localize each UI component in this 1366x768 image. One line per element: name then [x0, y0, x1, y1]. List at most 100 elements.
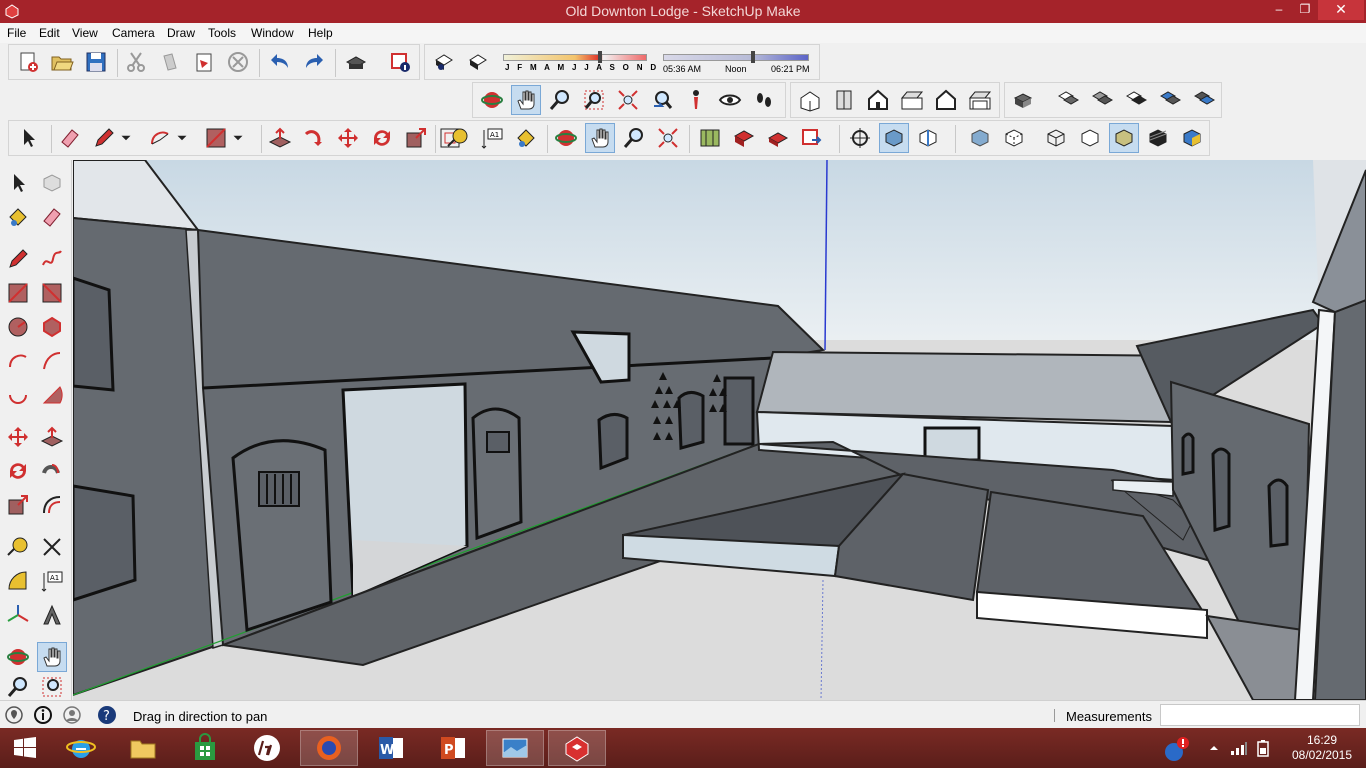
- trim-button[interactable]: [1189, 85, 1219, 115]
- firefox-app[interactable]: [300, 730, 358, 766]
- back-edges-button[interactable]: [999, 123, 1029, 153]
- photos-app[interactable]: [486, 730, 544, 766]
- menu-help[interactable]: Help: [308, 26, 333, 40]
- rectangle-tool-dropdown[interactable]: [229, 123, 247, 153]
- left-view-button[interactable]: [965, 85, 995, 115]
- back-view-button[interactable]: [931, 85, 961, 115]
- zoom-extents-button[interactable]: [613, 85, 643, 115]
- monochrome-button[interactable]: [1177, 123, 1207, 153]
- word-app[interactable]: W: [362, 730, 420, 766]
- pan-button[interactable]: [511, 85, 541, 115]
- tape-measure-tool[interactable]: [3, 532, 33, 562]
- follow-me-button[interactable]: [299, 123, 329, 153]
- make-component-tool[interactable]: [37, 168, 67, 198]
- redo-button[interactable]: [299, 47, 329, 77]
- 3d-warehouse-button[interactable]: [729, 123, 759, 153]
- push-pull-button[interactable]: [265, 123, 295, 153]
- line-tool-dropdown[interactable]: [117, 123, 135, 153]
- measurements-input[interactable]: [1160, 704, 1360, 726]
- select-tool[interactable]: [3, 168, 33, 198]
- zoom-window-tool[interactable]: [37, 676, 67, 698]
- arc-tool[interactable]: [3, 346, 33, 376]
- user-account-icon[interactable]: [62, 705, 82, 725]
- new-button[interactable]: [13, 47, 43, 77]
- move-tool[interactable]: [3, 422, 33, 452]
- help-icon[interactable]: ?: [97, 705, 117, 725]
- axes-tool[interactable]: [3, 600, 33, 630]
- line-tool-button[interactable]: [89, 123, 119, 153]
- orbit-tool-button[interactable]: [551, 123, 581, 153]
- menu-draw[interactable]: Draw: [167, 26, 195, 40]
- month-slider[interactable]: [503, 54, 647, 61]
- maximize-button[interactable]: ❐: [1292, 0, 1318, 20]
- zoom-tool-button[interactable]: [619, 123, 649, 153]
- 3d-text-tool[interactable]: [37, 600, 67, 630]
- position-camera-button[interactable]: [681, 85, 711, 115]
- follow-me-tool[interactable]: [37, 456, 67, 486]
- move-tool-button[interactable]: [333, 123, 363, 153]
- zoom-window-button[interactable]: [579, 85, 609, 115]
- display-section-planes-button[interactable]: [879, 123, 909, 153]
- xray-button[interactable]: [965, 123, 995, 153]
- shadow-settings-button[interactable]: [429, 47, 459, 77]
- dimension-tool-button[interactable]: A1: [477, 123, 507, 153]
- erase-button[interactable]: [223, 47, 253, 77]
- menu-view[interactable]: View: [72, 26, 98, 40]
- orbit-tool[interactable]: [3, 642, 33, 672]
- previous-view-button[interactable]: [647, 85, 677, 115]
- rotate-tool[interactable]: [3, 456, 33, 486]
- system-clock[interactable]: 16:29 08/02/2015: [1282, 733, 1362, 763]
- extension-warehouse-button[interactable]: [797, 123, 827, 153]
- section-plane-button[interactable]: [845, 123, 875, 153]
- three-point-arc-tool[interactable]: [3, 380, 33, 410]
- print-button[interactable]: [341, 47, 371, 77]
- scale-tool-button[interactable]: [401, 123, 431, 153]
- wireframe-button[interactable]: [1041, 123, 1071, 153]
- display-shadows-button[interactable]: [463, 47, 493, 77]
- sketchup-app[interactable]: [548, 730, 606, 766]
- pan-tool[interactable]: [37, 642, 67, 672]
- model-viewport[interactable]: [73, 160, 1366, 700]
- zoom-tool[interactable]: [3, 676, 33, 698]
- internet-explorer-app[interactable]: [52, 730, 110, 766]
- signal-icon[interactable]: [1230, 740, 1248, 756]
- tape-measure-button[interactable]: [443, 123, 473, 153]
- walk-button[interactable]: [749, 85, 779, 115]
- shaded-textures-button[interactable]: [1143, 123, 1173, 153]
- rotate-tool-button[interactable]: [367, 123, 397, 153]
- shaded-button[interactable]: [1109, 123, 1139, 153]
- credits-icon[interactable]: [33, 705, 53, 725]
- look-around-button[interactable]: [715, 85, 745, 115]
- arc-tool-dropdown[interactable]: [173, 123, 191, 153]
- menu-edit[interactable]: Edit: [39, 26, 60, 40]
- intersect-button[interactable]: [1087, 85, 1117, 115]
- union-button[interactable]: [1121, 85, 1151, 115]
- top-view-button[interactable]: [829, 85, 859, 115]
- chevron-up-icon[interactable]: [1208, 742, 1220, 754]
- file-explorer-app[interactable]: [114, 730, 172, 766]
- month-slider-handle[interactable]: [598, 51, 602, 63]
- model-info-button[interactable]: [385, 47, 415, 77]
- paint-bucket-tool[interactable]: [3, 202, 33, 232]
- outer-shell-button[interactable]: [1053, 85, 1083, 115]
- menu-window[interactable]: Window: [251, 26, 294, 40]
- open-button[interactable]: [47, 47, 77, 77]
- cut-button[interactable]: [121, 47, 151, 77]
- pan-tool-button[interactable]: [585, 123, 615, 153]
- arc-tool-button[interactable]: [145, 123, 175, 153]
- line-tool[interactable]: [3, 244, 33, 274]
- pie-tool[interactable]: [37, 380, 67, 410]
- menu-camera[interactable]: Camera: [112, 26, 155, 40]
- update-notification-icon[interactable]: [1164, 736, 1190, 762]
- offset-tool[interactable]: [37, 490, 67, 520]
- freehand-tool[interactable]: [37, 244, 67, 274]
- right-view-button[interactable]: [897, 85, 927, 115]
- zoom-button[interactable]: [545, 85, 575, 115]
- scale-tool[interactable]: [3, 490, 33, 520]
- select-tool-button[interactable]: [13, 123, 43, 153]
- time-slider-handle[interactable]: [751, 51, 755, 63]
- battery-icon[interactable]: [1255, 739, 1271, 757]
- subtract-button[interactable]: [1155, 85, 1185, 115]
- undo-button[interactable]: [265, 47, 295, 77]
- minimize-button[interactable]: –: [1266, 0, 1292, 20]
